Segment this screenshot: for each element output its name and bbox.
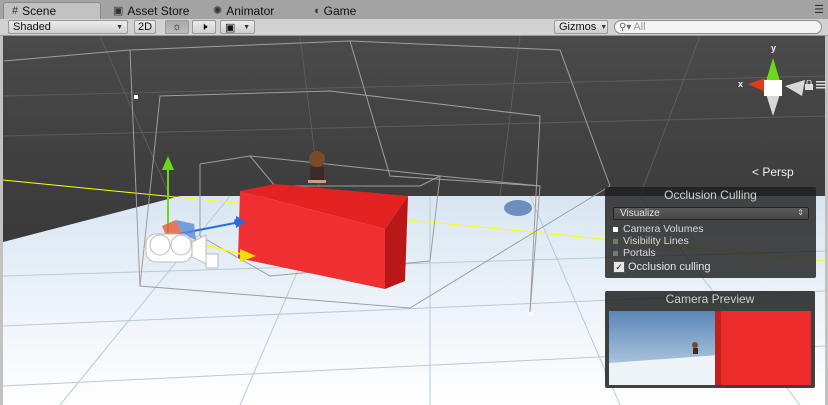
gizmo-y-label: y — [771, 43, 777, 53]
projection-label: Persp — [762, 165, 794, 179]
2d-toggle-label: 2D — [137, 21, 153, 33]
search-input[interactable]: ⚲▾ All — [614, 20, 822, 34]
occlusion-item-visibility-lines[interactable]: Visibility Lines — [613, 235, 689, 247]
tab-game-label: Game — [323, 3, 357, 18]
tab-animator-label: Animator — [226, 3, 275, 18]
projection-toggle[interactable]: < Persp — [752, 165, 794, 179]
animator-icon: ✺ — [213, 5, 223, 17]
tab-menu-icon[interactable]: ☰ — [814, 3, 824, 16]
image-icon: ▣ — [225, 21, 236, 34]
camera-preview-title: Camera Preview — [665, 292, 755, 306]
scene-toolbar: Shaded ▼ 2D ☼ 🕨 ▣ ▼ Gizmos ▼ ⚲▾ All — [0, 19, 828, 36]
effects-dropdown[interactable]: ▣ ▼ — [220, 20, 255, 34]
audio-toggle-button[interactable]: 🕨 — [192, 20, 216, 34]
game-icon: ◖ — [313, 4, 320, 17]
2d-toggle-button[interactable]: 2D — [134, 20, 156, 34]
tab-scene-label: Scene — [22, 4, 57, 18]
chevron-updown-icon: ⇕ — [797, 208, 804, 217]
bullet-icon — [613, 238, 618, 244]
gizmos-label: Gizmos — [559, 21, 597, 33]
occlusion-culling-checkbox[interactable]: ✓ Occlusion culling — [613, 261, 711, 273]
speaker-icon: 🕨 — [200, 20, 208, 33]
occlusion-item-label: Visibility Lines — [623, 235, 689, 247]
bounds-handle — [529, 312, 533, 316]
tab-asset-store-label: Asset Store — [127, 3, 190, 18]
occlusion-culling-panel: Occlusion Culling Visualize ⇕ Camera Vol… — [605, 187, 816, 278]
tab-game[interactable]: ◖ Game — [305, 2, 375, 19]
occlusion-panel-title: Occlusion Culling — [664, 188, 757, 202]
camera-preview-panel: Camera Preview — [605, 291, 815, 388]
gizmos-dropdown[interactable]: Gizmos ▼ — [554, 20, 608, 34]
chevron-down-icon: ▼ — [116, 23, 123, 31]
character-sprite — [308, 151, 326, 183]
lock-icon[interactable] — [804, 80, 814, 90]
occlusion-mode-value: Visualize — [620, 208, 660, 219]
occlusion-item-portals[interactable]: Portals — [613, 247, 656, 259]
occlusion-mode-dropdown[interactable]: Visualize ⇕ — [613, 207, 809, 220]
lighting-toggle-button[interactable]: ☼ — [165, 20, 189, 34]
occlusion-item-label: Portals — [623, 247, 656, 259]
occlusion-item-camera-volumes[interactable]: Camera Volumes — [613, 223, 704, 235]
tab-scene[interactable]: # Scene — [3, 2, 101, 19]
shading-mode-label: Shaded — [13, 21, 51, 33]
occlusion-item-label: Camera Volumes — [623, 223, 704, 235]
search-placeholder: All — [633, 21, 646, 33]
persp-arrow-icon: < — [752, 165, 760, 179]
bounds-handle — [134, 95, 138, 99]
selected-bullet-icon — [613, 226, 618, 232]
search-icon: ⚲▾ — [619, 21, 632, 33]
shading-mode-dropdown[interactable]: Shaded ▼ — [8, 20, 128, 34]
chevron-down-icon: ▼ — [600, 23, 608, 31]
gizmo-x-label: x — [738, 79, 744, 89]
tab-bar: # Scene ▣ Asset Store ✺ Animator ◖ Game … — [0, 0, 828, 19]
camera-preview-graphics — [609, 311, 811, 385]
occlusion-toggle-label: Occlusion culling — [628, 261, 711, 273]
chevron-down-icon: ▼ — [243, 23, 250, 31]
character-shadow — [504, 200, 532, 216]
bullet-icon — [613, 250, 618, 256]
scene-view[interactable]: y x < Persp Occlusion Culling Visualize … — [0, 36, 828, 405]
checkmark-icon: ✓ — [613, 261, 625, 273]
sun-icon: ☼ — [171, 21, 183, 33]
tab-animator[interactable]: ✺ Animator — [205, 2, 297, 19]
menu-icon[interactable] — [816, 81, 826, 89]
camera-preview-viewport — [609, 311, 811, 385]
grid-icon: # — [12, 5, 19, 17]
tab-asset-store[interactable]: ▣ Asset Store — [105, 2, 201, 19]
store-icon: ▣ — [113, 5, 124, 17]
